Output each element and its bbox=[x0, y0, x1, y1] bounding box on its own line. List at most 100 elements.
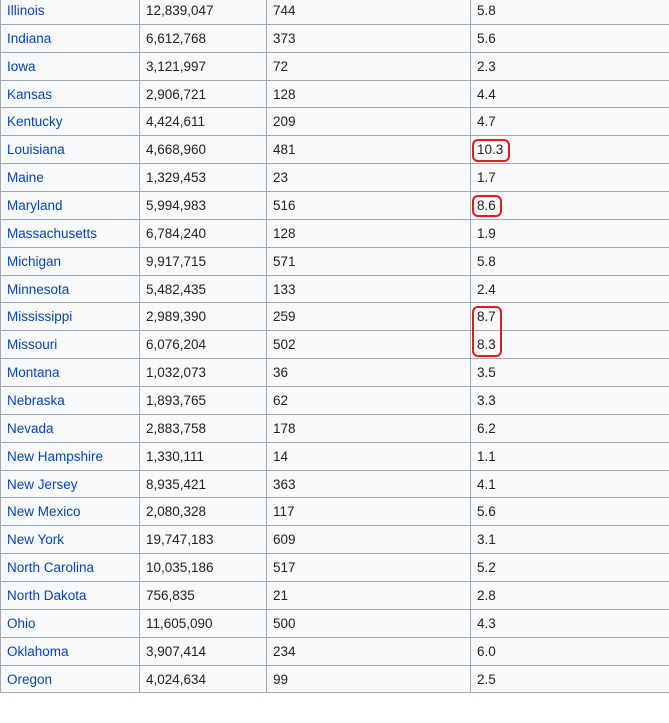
state-link[interactable]: Louisiana bbox=[7, 142, 65, 157]
state-cell: Ohio bbox=[0, 608, 140, 638]
state-link[interactable]: Minnesota bbox=[7, 282, 69, 297]
state-cell: New York bbox=[0, 525, 140, 555]
state-cell: Indiana bbox=[0, 23, 140, 53]
state-link[interactable]: New Hampshire bbox=[7, 449, 103, 464]
rate-cell: 8.6 bbox=[470, 191, 669, 220]
table-row: North Dakota 756,835 21 2.8 bbox=[0, 581, 669, 610]
murders-cell: 99 bbox=[266, 664, 471, 694]
murders-cell: 209 bbox=[266, 107, 471, 137]
state-link[interactable]: North Dakota bbox=[7, 588, 87, 603]
population-cell: 2,989,390 bbox=[139, 302, 267, 332]
population-cell: 2,906,721 bbox=[139, 79, 267, 109]
rate-value: 5.6 bbox=[477, 504, 496, 520]
rate-cell: 10.3 bbox=[470, 135, 669, 165]
population-cell: 3,121,997 bbox=[139, 51, 267, 81]
rate-cell: 5.8 bbox=[470, 0, 669, 25]
murders-cell: 744 bbox=[266, 0, 471, 25]
population-cell: 1,893,765 bbox=[139, 386, 267, 415]
table-row: Louisiana 4,668,960 481 10.3 bbox=[0, 135, 669, 165]
rate-cell: 3.3 bbox=[470, 386, 669, 415]
state-link[interactable]: North Carolina bbox=[7, 560, 94, 575]
state-cell: Nevada bbox=[0, 413, 140, 443]
state-link[interactable]: New Mexico bbox=[7, 504, 81, 519]
rate-value: 2.8 bbox=[477, 587, 496, 603]
rate-value: 3.5 bbox=[477, 365, 496, 381]
murders-cell: 23 bbox=[266, 163, 471, 193]
murders-cell: 128 bbox=[266, 79, 471, 109]
rate-value: 2.5 bbox=[477, 671, 496, 687]
rate-value: 2.3 bbox=[477, 58, 496, 74]
table-row: Iowa 3,121,997 72 2.3 bbox=[0, 51, 669, 81]
murders-cell: 571 bbox=[266, 246, 471, 276]
table-row: Nevada 2,883,758 178 6.2 bbox=[0, 413, 669, 443]
state-link[interactable]: Nebraska bbox=[7, 393, 65, 408]
rate-cell: 6.0 bbox=[470, 636, 669, 666]
state-link[interactable]: Mississippi bbox=[7, 309, 72, 324]
state-link[interactable]: Kansas bbox=[7, 87, 52, 102]
rate-value: 3.3 bbox=[477, 392, 496, 408]
population-cell: 8,935,421 bbox=[139, 469, 267, 499]
population-cell: 2,883,758 bbox=[139, 413, 267, 443]
table-row: New Jersey 8,935,421 363 4.1 bbox=[0, 469, 669, 499]
state-cell: Maryland bbox=[0, 191, 140, 220]
state-link[interactable]: Michigan bbox=[7, 254, 61, 269]
murders-cell: 128 bbox=[266, 218, 471, 248]
population-cell: 4,024,634 bbox=[139, 664, 267, 694]
rate-cell: 5.6 bbox=[470, 497, 669, 527]
state-link[interactable]: Maryland bbox=[7, 198, 63, 213]
table-row: Indiana 6,612,768 373 5.6 bbox=[0, 23, 669, 53]
population-cell: 2,080,328 bbox=[139, 497, 267, 527]
state-link[interactable]: Montana bbox=[7, 365, 60, 380]
table-row: North Carolina 10,035,186 517 5.2 bbox=[0, 553, 669, 583]
population-cell: 6,076,204 bbox=[139, 330, 267, 360]
state-cell: Montana bbox=[0, 358, 140, 388]
state-link[interactable]: Massachusetts bbox=[7, 226, 97, 241]
state-cell: Oregon bbox=[0, 664, 140, 694]
table-row: Nebraska 1,893,765 62 3.3 bbox=[0, 386, 669, 415]
state-cell: Oklahoma bbox=[0, 636, 140, 666]
state-link[interactable]: Illinois bbox=[7, 3, 45, 18]
state-cell: Louisiana bbox=[0, 135, 140, 165]
state-cell: Illinois bbox=[0, 0, 140, 25]
rate-value: 1.1 bbox=[477, 448, 496, 464]
murders-cell: 234 bbox=[266, 636, 471, 666]
state-link[interactable]: Oklahoma bbox=[7, 644, 69, 659]
table-row: Maine 1,329,453 23 1.7 bbox=[0, 163, 669, 193]
state-link[interactable]: Missouri bbox=[7, 337, 57, 352]
state-link[interactable]: Ohio bbox=[7, 616, 36, 631]
rate-cell: 2.8 bbox=[470, 581, 669, 610]
rate-cell: 5.8 bbox=[470, 246, 669, 276]
state-link[interactable]: Kentucky bbox=[7, 114, 63, 129]
state-cell: New Hampshire bbox=[0, 441, 140, 471]
state-cell: Michigan bbox=[0, 246, 140, 276]
murders-cell: 14 bbox=[266, 441, 471, 471]
state-link[interactable]: New Jersey bbox=[7, 477, 78, 492]
state-cell: Kansas bbox=[0, 79, 140, 109]
table-row: Kentucky 4,424,611 209 4.7 bbox=[0, 107, 669, 137]
state-cell: New Mexico bbox=[0, 497, 140, 527]
state-cell: Minnesota bbox=[0, 274, 140, 304]
murders-cell: 516 bbox=[266, 191, 471, 220]
rate-cell: 4.3 bbox=[470, 608, 669, 638]
murders-cell: 21 bbox=[266, 581, 471, 610]
rate-value: 5.2 bbox=[477, 560, 496, 576]
state-link[interactable]: New York bbox=[7, 532, 64, 547]
table-row: Mississippi 2,989,390 259 8.7 bbox=[0, 302, 669, 332]
state-link[interactable]: Nevada bbox=[7, 421, 54, 436]
page: Illinois 12,839,047 744 5.8 Indiana 6,612,768… bbox=[0, 0, 669, 723]
table-row: Minnesota 5,482,435 133 2.4 bbox=[0, 274, 669, 304]
table-row: Missouri 6,076,204 502 8.3 bbox=[0, 330, 669, 360]
rate-value: 8.7 bbox=[477, 309, 496, 325]
table-row: Oregon 4,024,634 99 2.5 bbox=[0, 664, 669, 694]
rate-value: 8.3 bbox=[477, 337, 496, 353]
state-cell: Nebraska bbox=[0, 386, 140, 415]
state-link[interactable]: Oregon bbox=[7, 672, 52, 687]
population-cell: 1,032,073 bbox=[139, 358, 267, 388]
population-cell: 11,605,090 bbox=[139, 608, 267, 638]
rate-value: 6.0 bbox=[477, 643, 496, 659]
state-link[interactable]: Maine bbox=[7, 170, 44, 185]
state-link[interactable]: Iowa bbox=[7, 59, 36, 74]
state-link[interactable]: Indiana bbox=[7, 31, 51, 46]
state-cell: North Carolina bbox=[0, 553, 140, 583]
rate-value: 5.8 bbox=[477, 2, 496, 18]
